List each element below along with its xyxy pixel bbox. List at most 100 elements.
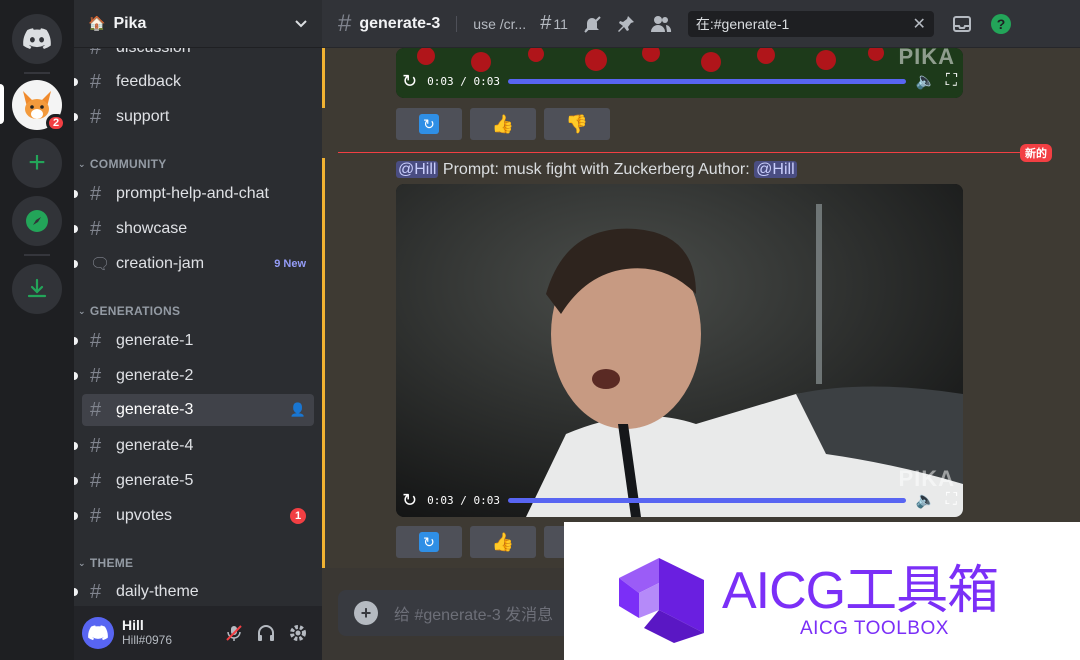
hash-icon: # <box>90 70 102 93</box>
category-theme[interactable]: ⌄ THEME <box>78 556 133 570</box>
user-mention[interactable]: @Hill <box>396 161 439 178</box>
overlay-title: AICG工具箱 <box>722 562 999 620</box>
category-generations[interactable]: ⌄ GENERATIONS <box>78 304 180 318</box>
video-attachment[interactable]: ↻ 0:03 / 0:03 🔈 ⛶ PIKA <box>396 184 963 517</box>
new-messages-divider <box>338 152 1052 153</box>
add-attachment-button[interactable]: + <box>354 601 378 625</box>
deafen-button[interactable] <box>250 617 282 649</box>
channel-label: generate-4 <box>116 437 194 454</box>
channel-generate-5[interactable]: # generate-5 <box>74 465 314 497</box>
channel-label: support <box>116 108 170 125</box>
video-progress[interactable] <box>507 78 906 84</box>
download-apps-button[interactable] <box>12 264 62 314</box>
chevron-down-icon: ⌄ <box>78 158 86 169</box>
regenerate-button[interactable]: ↻ <box>396 108 462 140</box>
threads-count: 11 <box>553 15 568 32</box>
channel-showcase[interactable]: # showcase <box>74 213 314 245</box>
notification-settings-button[interactable] <box>582 14 602 34</box>
unread-indicator <box>74 78 78 86</box>
mention-badge: 2 <box>46 114 66 132</box>
user-tag: Hill#0976 <box>122 633 173 647</box>
channel-generate-4[interactable]: # generate-4 <box>74 430 314 462</box>
channel-generate-2[interactable]: # generate-2 <box>74 360 314 392</box>
channel-creation-jam[interactable]: 🗨 creation-jam 9 New <box>74 248 314 280</box>
channel-support[interactable]: # support <box>74 101 314 133</box>
threads-button[interactable]: #11 <box>540 12 568 35</box>
video-time: 0:03 / 0:03 <box>427 74 500 88</box>
video-progress[interactable] <box>507 497 906 503</box>
unread-indicator <box>74 588 78 596</box>
rail-separator <box>24 72 50 74</box>
thumbs-up-icon: 👍 <box>491 113 515 134</box>
regenerate-button[interactable]: ↻ <box>396 526 462 558</box>
channel-label: generate-3 <box>116 401 194 418</box>
channel-label: daily-theme <box>116 583 199 600</box>
unread-indicator <box>74 337 78 345</box>
user-info[interactable]: Hill Hill#0976 <box>122 618 218 648</box>
channel-feedback[interactable]: # feedback <box>74 66 314 98</box>
message-content: @Hill Prompt: musk fight with Zuckerberg… <box>396 161 797 179</box>
channel-label: generate-5 <box>116 472 194 489</box>
mention-highlight-bar <box>322 158 325 568</box>
pinned-messages-button[interactable] <box>616 14 636 34</box>
replay-icon[interactable]: ↻ <box>402 490 417 511</box>
channel-generate-1[interactable]: # generate-1 <box>74 325 314 357</box>
aicg-toolbox-overlay: AICG工具箱 AICG TOOLBOX <box>564 522 1080 660</box>
message-list: ↻ 0:03 / 0:03 🔈 ⛶ PIKA ↻ 👍 👎 新的 @Hill Pr… <box>322 48 1080 568</box>
video-watermark: PIKA <box>898 48 955 69</box>
fullscreen-icon[interactable]: ⛶ <box>946 72 957 90</box>
unread-indicator <box>74 260 78 268</box>
discord-logo-icon <box>88 625 108 641</box>
author-mention[interactable]: @Hill <box>754 161 797 178</box>
hash-icon: # <box>90 434 102 457</box>
channel-title: generate-3 <box>359 14 441 32</box>
plus-icon: + <box>28 146 46 179</box>
refresh-icon: ↻ <box>419 114 439 134</box>
thumbs-down-icon: 👎 <box>565 113 589 134</box>
channel-upvotes[interactable]: # upvotes 1 <box>74 500 314 532</box>
channel-generate-3[interactable]: # generate-3 👤 <box>82 394 314 426</box>
unread-indicator <box>74 477 78 485</box>
video-attachment[interactable]: ↻ 0:03 / 0:03 🔈 ⛶ PIKA <box>396 48 963 98</box>
help-button[interactable]: ? <box>990 13 1012 35</box>
thumbs-down-button[interactable]: 👎 <box>544 108 610 140</box>
server-home-icon: 🏠 <box>88 15 106 31</box>
message-input-placeholder: 给 #generate-3 发消息 <box>394 607 554 624</box>
channel-topic[interactable]: use /cr... <box>456 15 526 32</box>
fullscreen-icon[interactable]: ⛶ <box>946 491 957 509</box>
category-community[interactable]: ⌄ COMMUNITY <box>78 157 167 171</box>
explore-servers-button[interactable] <box>12 196 62 246</box>
thumbs-up-button[interactable]: 👍 <box>470 108 536 140</box>
chevron-down-icon: ⌄ <box>78 305 86 316</box>
forum-icon: 🗨 <box>90 256 111 273</box>
bell-muted-icon <box>584 15 601 33</box>
volume-icon[interactable]: 🔈 <box>916 71 936 91</box>
mic-muted-icon <box>226 625 242 641</box>
server-header[interactable]: 🏠 Pika <box>74 0 322 48</box>
settings-button[interactable] <box>282 617 314 649</box>
help-icon: ? <box>990 13 1011 34</box>
channel-daily-theme[interactable]: # daily-theme <box>74 576 314 608</box>
thumbs-up-button[interactable]: 👍 <box>470 526 536 558</box>
search-input[interactable]: 在:#generate-1 ✕ <box>687 10 934 37</box>
mute-button[interactable] <box>218 617 250 649</box>
add-server-button[interactable]: + <box>12 138 62 188</box>
channel-label: showcase <box>116 220 188 237</box>
channel-label: generate-1 <box>116 332 194 349</box>
plus-icon: + <box>360 602 372 623</box>
hash-icon: # <box>90 364 102 387</box>
new-messages-label: 新的 <box>1020 144 1052 162</box>
replay-icon[interactable]: ↻ <box>402 71 417 92</box>
discord-home-button[interactable] <box>12 14 62 64</box>
member-list-button[interactable] <box>650 14 672 34</box>
volume-icon[interactable]: 🔈 <box>916 490 936 510</box>
channel-prompt-help-and-chat[interactable]: # prompt-help-and-chat <box>74 178 314 210</box>
avatar[interactable] <box>82 617 114 649</box>
server-pika[interactable]: 2 <box>12 80 66 132</box>
unread-indicator <box>74 190 78 198</box>
inbox-button[interactable] <box>952 15 972 33</box>
hash-icon: # <box>90 329 102 352</box>
invite-member-icon[interactable]: 👤 <box>290 402 306 418</box>
close-icon[interactable]: ✕ <box>912 14 925 34</box>
search-value: 在:#generate-1 <box>695 15 790 32</box>
